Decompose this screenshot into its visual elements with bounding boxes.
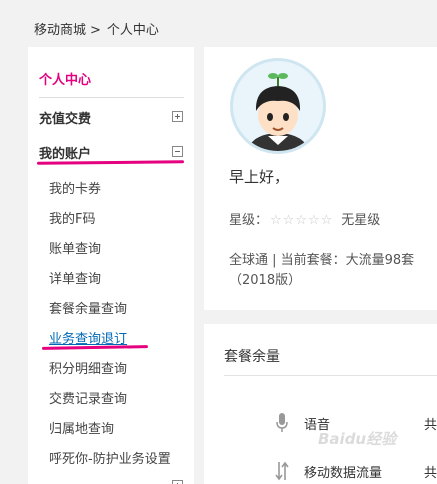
sidebar-item-detail-query[interactable]: 详单查询 — [49, 268, 101, 287]
avatar[interactable] — [230, 58, 326, 154]
package-label-data: 移动数据流量 — [304, 466, 383, 481]
sidebar-item-my-coupons[interactable]: 我的卡券 — [49, 178, 101, 197]
sidebar-section-partial — [39, 478, 189, 484]
package-divider — [224, 375, 437, 376]
package-balance-title: 套餐余量 — [224, 349, 280, 365]
watermark-text: Baidu经验 — [318, 430, 397, 448]
plan-version-line: （2018版） — [229, 273, 302, 288]
sidebar-title[interactable]: 个人中心 — [39, 69, 91, 88]
breadcrumb-home[interactable]: 移动商城 — [34, 23, 86, 38]
sidebar-item-points-detail[interactable]: 积分明细查询 — [49, 358, 127, 377]
star-level-text: 无星级 — [341, 213, 381, 228]
star-label: 星级： — [229, 213, 269, 228]
greeting-text: 早上好， — [229, 168, 290, 186]
expand-plus-icon[interactable] — [172, 111, 183, 122]
breadcrumb-separator: > — [90, 23, 101, 38]
data-transfer-icon — [275, 461, 289, 481]
plan-info-line: 全球通 | 当前套餐：大流量98套 — [229, 253, 415, 268]
sidebar-section-recharge[interactable]: 充值交费 — [39, 106, 189, 128]
star-rating-row: 星级： ☆☆☆☆☆ 无星级 — [229, 209, 380, 228]
package-value-voice: 共 — [424, 418, 437, 433]
highlight-underline — [36, 160, 185, 165]
sidebar-item-location-query[interactable]: 归属地查询 — [49, 418, 114, 437]
sidebar-item-service-unsubscribe[interactable]: 业务查询退订 — [49, 328, 127, 347]
collapse-minus-icon[interactable] — [172, 146, 183, 157]
sidebar-section-label: 我的账户 — [39, 147, 92, 162]
profile-card: 早上好， 星级： ☆☆☆☆☆ 无星级 全球通 | 当前套餐：大流量98套 （2018… — [204, 47, 437, 310]
package-balance-card: 套餐余量 语音 共 移动数据流量 共 — [204, 324, 437, 484]
package-value-data: 共 — [424, 466, 437, 481]
boy-avatar-icon — [248, 73, 308, 151]
sidebar-divider — [39, 97, 184, 98]
sidebar-section-label: 充值交费 — [39, 112, 92, 127]
sidebar-item-bill-query[interactable]: 账单查询 — [49, 238, 101, 257]
sidebar-item-my-fcode[interactable]: 我的F码 — [49, 208, 95, 227]
microphone-icon — [276, 413, 288, 432]
star-rating-icons: ☆☆☆☆☆ — [270, 213, 334, 228]
sidebar-item-harassment-protection[interactable]: 呼死你-防护业务设置 — [49, 448, 171, 467]
breadcrumb: 移动商城 > 个人中心 — [34, 19, 159, 38]
sidebar-item-payment-history[interactable]: 交费记录查询 — [49, 388, 127, 407]
highlight-underline — [41, 345, 149, 350]
breadcrumb-current: 个人中心 — [106, 23, 159, 38]
sidebar-item-package-balance[interactable]: 套餐余量查询 — [49, 298, 127, 317]
sidebar: 个人中心 充值交费 我的账户 我的卡券 我的F码 账单查询 详单查询 套餐余量查… — [28, 47, 194, 484]
expand-plus-icon[interactable] — [172, 480, 183, 484]
